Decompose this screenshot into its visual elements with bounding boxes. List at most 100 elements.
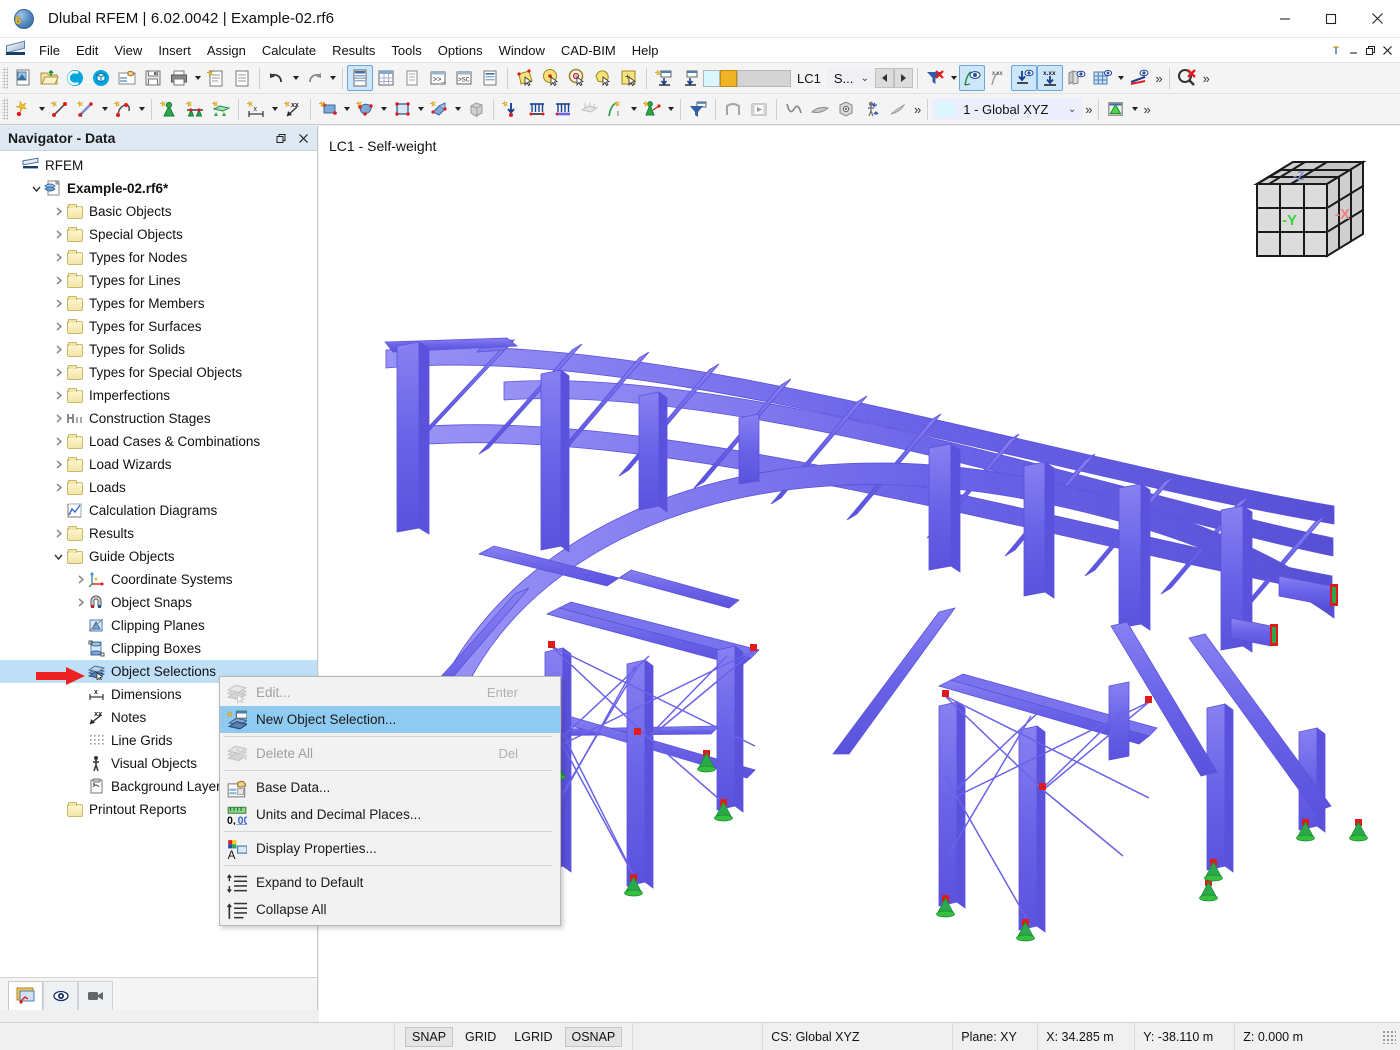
new-opening-icon[interactable] (389, 96, 415, 122)
chevron-right-icon[interactable] (50, 384, 66, 407)
tree-item-types-for-members[interactable]: Types for Members (0, 292, 317, 315)
base-data-toolbar-icon[interactable] (114, 65, 140, 91)
new-nodal-support-icon[interactable] (156, 96, 182, 122)
minimize-button[interactable] (1262, 0, 1308, 38)
chevron-right-icon[interactable] (50, 315, 66, 338)
context-menu-item-new-object-selection[interactable]: New Object Selection... (220, 706, 560, 733)
3d-render-icon[interactable] (833, 96, 859, 122)
filter-delete-icon[interactable] (922, 65, 948, 91)
table-panel-toggle-icon[interactable] (373, 65, 399, 91)
work-plane-dropdown-caret[interactable] (1129, 96, 1140, 122)
print-dropdown-caret[interactable] (192, 65, 203, 91)
grid-dropdown-caret[interactable] (1115, 65, 1126, 91)
surface-set-dropdown-caret[interactable] (452, 96, 463, 122)
tree-item-types-for-nodes[interactable]: Types for Nodes (0, 246, 317, 269)
tree-item-types-for-solids[interactable]: Types for Solids (0, 338, 317, 361)
menu-help[interactable]: Help (624, 40, 667, 61)
render-surfaces-icon[interactable] (1063, 65, 1089, 91)
new-surface-set-icon[interactable] (426, 96, 452, 122)
chevron-right-icon[interactable] (50, 338, 66, 361)
tree-item-guide-objects[interactable]: Guide Objects (0, 545, 317, 568)
toolbar-overflow-2[interactable]: » (1200, 71, 1212, 86)
menu-file[interactable]: File (31, 40, 68, 61)
tree-item-coordinate-systems[interactable]: Coordinate Systems (0, 568, 317, 591)
tree-item-types-for-lines[interactable]: Types for Lines (0, 269, 317, 292)
cloud-icon[interactable] (62, 65, 88, 91)
navigator-data-tab[interactable] (8, 981, 43, 1011)
support-reaction-values-icon[interactable]: x.xx (1037, 65, 1063, 91)
context-menu[interactable]: Edit...EnterNew Object Selection...Delet… (219, 676, 561, 926)
new-polyline-icon[interactable] (110, 96, 136, 122)
osnap-toggle[interactable]: OSNAP (565, 1027, 623, 1047)
show-grid-icon[interactable] (1089, 65, 1115, 91)
new-note-icon[interactable]: xx (280, 96, 306, 122)
deformation-diagram-icon[interactable] (781, 96, 807, 122)
toolbar-grip-2[interactable] (2, 98, 8, 120)
chevron-right-icon[interactable] (50, 292, 66, 315)
zoom-reset-icon[interactable] (1174, 65, 1200, 91)
tree-item-load-wizards[interactable]: Load Wizards (0, 453, 317, 476)
chevron-right-icon[interactable] (50, 453, 66, 476)
chevron-right-icon[interactable] (72, 591, 88, 614)
tree-item-types-for-surfaces[interactable]: Types for Surfaces (0, 315, 317, 338)
walk-view-icon[interactable] (859, 96, 885, 122)
tree-item-example-02-rf6[interactable]: Example-02.rf6* (0, 177, 317, 200)
tree-item-loads[interactable]: Loads (0, 476, 317, 499)
color-swatch-gray[interactable] (737, 70, 791, 87)
tree-item-calculation-diagrams[interactable]: Calculation Diagrams (0, 499, 317, 522)
surface-results-icon[interactable] (807, 96, 833, 122)
opening-dropdown-caret[interactable] (415, 96, 426, 122)
tree-item-clipping-planes[interactable]: Clipping Planes (0, 614, 317, 637)
imposed-load-dropdown-caret[interactable] (665, 96, 676, 122)
grid-toggle[interactable]: GRID (459, 1027, 502, 1047)
toolbar2-overflow-1[interactable]: » (911, 102, 923, 117)
tree-item-object-snaps[interactable]: Object Snaps (0, 591, 317, 614)
tree-item-clipping-boxes[interactable]: Clipping Boxes (0, 637, 317, 660)
next-load-case-button[interactable] (894, 68, 913, 88)
redo-dropdown-caret[interactable] (327, 65, 338, 91)
save-icon[interactable] (140, 65, 166, 91)
chevron-right-icon[interactable] (72, 568, 88, 591)
menu-edit[interactable]: Edit (68, 40, 106, 61)
filter-dropdown-caret[interactable] (948, 65, 959, 91)
tree-item-construction-stages[interactable]: Construction Stages (0, 407, 317, 430)
dimension-dropdown-caret[interactable] (269, 96, 280, 122)
load-case-down-icon[interactable] (677, 65, 703, 91)
menu-window[interactable]: Window (491, 40, 553, 61)
selection-combo[interactable]: S... ⌄ (827, 68, 876, 88)
solid-dropdown-caret[interactable] (378, 96, 389, 122)
work-plane-icon[interactable] (1103, 96, 1129, 122)
mdi-restore-down-icon[interactable] (1328, 40, 1345, 60)
print-icon[interactable] (166, 65, 192, 91)
document-icon[interactable] (229, 65, 255, 91)
context-menu-item-collapse-all[interactable]: Collapse All (220, 896, 560, 923)
toolbar-overflow-1[interactable]: » (1152, 71, 1164, 86)
surface-dropdown-caret[interactable] (341, 96, 352, 122)
toolbar2-overflow-2[interactable]: » (1082, 102, 1094, 117)
menu-results[interactable]: Results (324, 40, 383, 61)
snap-toggle[interactable]: SNAP (405, 1027, 453, 1047)
navigator-panel-toggle-icon[interactable] (347, 65, 373, 91)
color-swatch-cyan[interactable] (703, 70, 720, 87)
chevron-right-icon[interactable] (50, 361, 66, 384)
report-panel-icon[interactable] (477, 65, 503, 91)
tree-item-special-objects[interactable]: Special Objects (0, 223, 317, 246)
chevron-down-icon[interactable] (28, 177, 44, 200)
mdi-maximize-icon[interactable] (1362, 40, 1379, 60)
new-surface-icon[interactable] (315, 96, 341, 122)
printout-report-icon[interactable] (203, 65, 229, 91)
result-value-labels-icon[interactable]: x.xx (985, 65, 1011, 91)
menu-options[interactable]: Options (430, 40, 491, 61)
chevron-right-icon[interactable] (50, 407, 66, 430)
node-dropdown-caret[interactable] (36, 96, 47, 122)
menu-insert[interactable]: Insert (150, 40, 199, 61)
new-solid-icon[interactable] (352, 96, 378, 122)
tree-item-basic-objects[interactable]: Basic Objects (0, 200, 317, 223)
script-icon[interactable]: >SC (451, 65, 477, 91)
undo-dropdown-caret[interactable] (290, 65, 301, 91)
chevron-right-icon[interactable] (50, 269, 66, 292)
chevron-right-icon[interactable] (50, 246, 66, 269)
navigator-views-tab[interactable] (78, 981, 113, 1011)
show-result-values-icon[interactable] (959, 65, 985, 91)
lgrid-toggle[interactable]: LGRID (508, 1027, 558, 1047)
